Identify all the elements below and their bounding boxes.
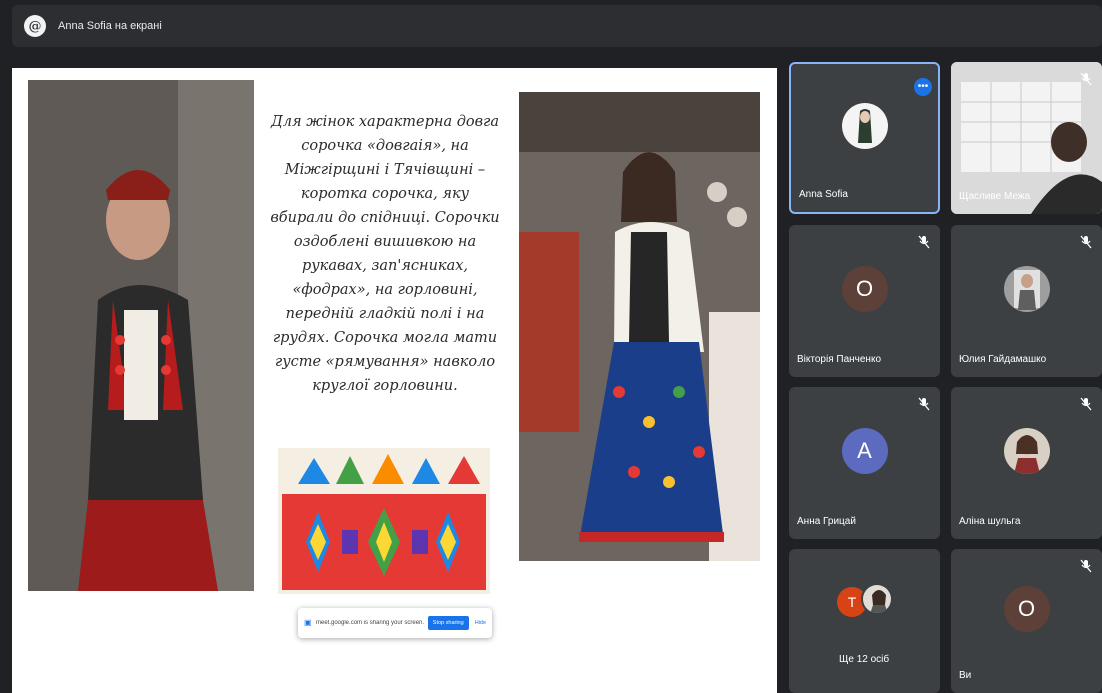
participant-tile-alina[interactable]: Аліна шульга xyxy=(951,387,1102,539)
group-avatar-photo xyxy=(861,583,893,615)
slide-photo-left xyxy=(28,80,254,591)
participant-tile-video[interactable]: Щасливе Межа xyxy=(951,62,1102,214)
participant-tile-anna-hrytsai[interactable]: А Анна Грицай xyxy=(789,387,940,539)
slide-photo-right xyxy=(519,92,760,561)
presenter-bar: @ Anna Sofia на екрані xyxy=(12,5,1102,47)
hide-button[interactable]: Hide xyxy=(475,620,486,626)
participant-avatar xyxy=(1003,427,1050,474)
participant-tile-self[interactable]: О Ви xyxy=(951,549,1102,693)
more-participants-label: Ще 12 осіб xyxy=(839,654,890,665)
more-options-icon[interactable]: ••• xyxy=(914,78,932,96)
mic-off-icon xyxy=(918,397,930,411)
participant-name: Анна Грицай xyxy=(797,516,856,527)
participant-name: Щасливе Межа xyxy=(959,191,1031,202)
participant-avatar: А xyxy=(841,427,888,474)
shared-screen: Для жінок характерна довга сорочка «довг… xyxy=(12,68,777,693)
mic-off-icon xyxy=(918,235,930,249)
screen-share-notification: ▣ meet.google.com is sharing your screen… xyxy=(298,608,492,638)
participant-tile-viktoriia[interactable]: О Вікторія Панченко xyxy=(789,225,940,377)
mic-off-icon xyxy=(1080,559,1092,573)
participant-tile-anna-sofia[interactable]: ••• Anna Sofia xyxy=(789,62,940,214)
stop-sharing-button[interactable]: Stop sharing xyxy=(427,616,469,630)
share-screen-icon: ▣ xyxy=(304,618,312,627)
mic-off-icon xyxy=(1080,235,1092,249)
participant-name: Вікторія Панченко xyxy=(797,354,881,365)
participant-avatar xyxy=(841,103,888,150)
slide-text: Для жінок характерна довга сорочка «довг… xyxy=(270,114,500,394)
participant-name: Аліна шульга xyxy=(959,516,1021,527)
participant-name: Юлия Гайдамашко xyxy=(959,354,1047,365)
embroidery-pattern-image xyxy=(278,448,490,594)
mic-off-icon xyxy=(1080,72,1092,86)
mic-off-icon xyxy=(1080,397,1092,411)
share-notice-text: meet.google.com is sharing your screen. xyxy=(316,620,424,626)
participant-avatar xyxy=(1003,265,1050,312)
participant-avatar: О xyxy=(841,265,888,312)
participant-name: Ви xyxy=(959,670,972,681)
more-participants-tile[interactable]: Т Ще 12 осіб xyxy=(789,549,940,693)
presenter-title: Anna Sofia на екрані xyxy=(58,20,162,32)
participant-name: Anna Sofia xyxy=(799,189,848,200)
participant-tile-yuliia[interactable]: Юлия Гайдамашко xyxy=(951,225,1102,377)
participant-avatar: О xyxy=(1003,586,1050,633)
presenter-avatar: @ xyxy=(24,15,46,37)
